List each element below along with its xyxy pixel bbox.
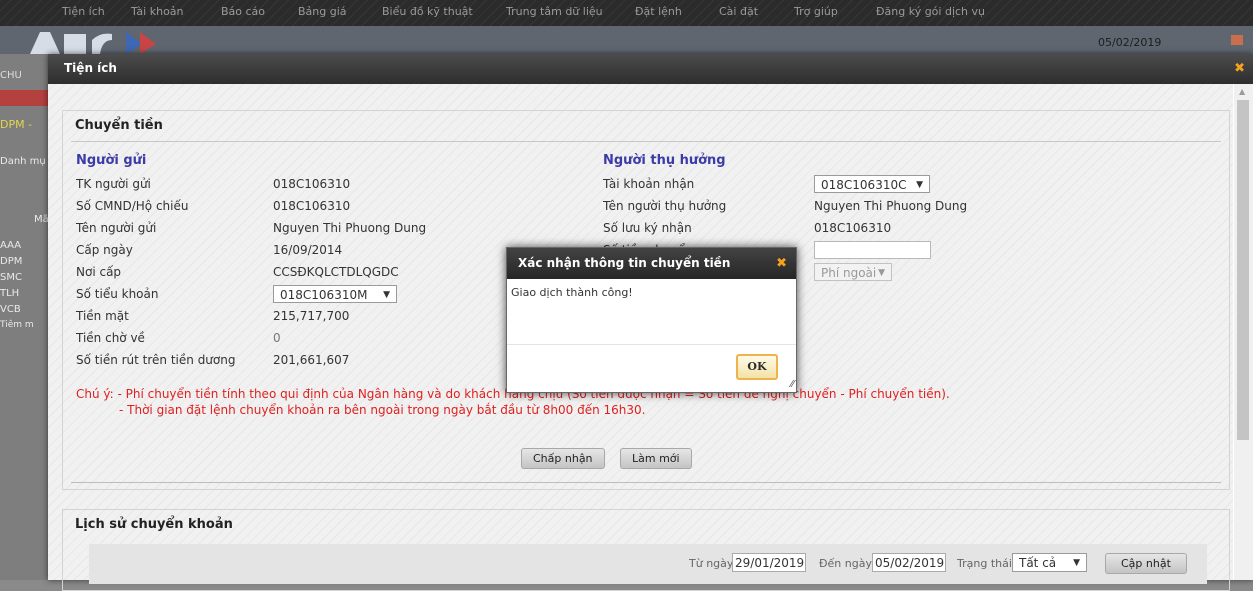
from-date-input[interactable]: 29/01/2019: [732, 553, 806, 572]
withdrawable-label: Số tiền rút trên tiền dương: [76, 353, 236, 367]
left-label: AAA: [0, 240, 22, 251]
chevron-down-icon: ▼: [383, 290, 390, 300]
beneficiary-name-value: Nguyen Thi Phuong Dung: [814, 199, 968, 213]
background-close-icon[interactable]: [1231, 35, 1243, 45]
divider: [507, 344, 796, 345]
nav-item-cai-dat[interactable]: Cài đặt: [719, 5, 758, 18]
left-label: DPM: [0, 256, 23, 267]
cash-label: Tiền mặt: [76, 309, 129, 323]
sub-account-select[interactable]: 018C106310M ▼: [273, 285, 397, 303]
sender-id-value: 018C106310: [273, 199, 351, 213]
fee-type-select[interactable]: Phí ngoài ▼: [814, 263, 892, 281]
status-select[interactable]: Tất cả ▼: [1012, 553, 1087, 572]
withdrawable-value: 201,661,607: [273, 353, 350, 367]
transfer-amount-input[interactable]: [814, 241, 931, 259]
sender-account-value: 018C106310: [273, 177, 351, 191]
issue-date-value: 16/09/2014: [273, 243, 343, 257]
nav-item-bieu-do-ky-thuat[interactable]: Biểu đồ kỹ thuật: [382, 5, 473, 18]
close-icon[interactable]: ✖: [776, 256, 787, 271]
beneficiary-name-label: Tên người thụ hưởng: [603, 199, 727, 213]
transfer-panel-title: Chuyển tiền: [75, 118, 163, 133]
brand-logo: [30, 26, 210, 54]
accept-button[interactable]: Chấp nhận: [521, 448, 605, 469]
issue-place-label: Nơi cấp: [76, 265, 122, 279]
pending-cash-label: Tiền chờ về: [76, 331, 145, 345]
left-label: Danh mụ: [0, 156, 46, 167]
sender-name-value: Nguyen Thi Phuong Dung: [273, 221, 427, 235]
left-label: CHU: [0, 70, 22, 81]
divider: [71, 141, 1221, 142]
sender-name-label: Tên người gửi: [76, 221, 157, 235]
to-date-input[interactable]: 05/02/2019: [872, 553, 946, 572]
sender-heading: Người gửi: [76, 153, 147, 168]
fee-type-value: Phí ngoài: [821, 266, 877, 280]
divider: [71, 482, 1221, 483]
nav-item-tro-giup[interactable]: Trợ giúp: [794, 5, 838, 18]
pending-cash-value: 0: [273, 331, 281, 345]
left-label: Mã: [34, 214, 49, 225]
status-value: Tất cả: [1019, 556, 1057, 570]
issue-place-value: CCSĐKQLCTDLQGDC: [273, 265, 399, 279]
history-filter-bar: Từ ngày 29/01/2019 Đến ngày 05/02/2019 T…: [89, 544, 1207, 584]
scroll-up-icon[interactable]: ▲: [1239, 87, 1245, 96]
sub-account-label: Số tiểu khoản: [76, 287, 159, 301]
transfer-history-panel: Lịch sử chuyển khoản Từ ngày 29/01/2019 …: [62, 509, 1230, 591]
modal-titlebar[interactable]: Tiện ích ✖: [48, 54, 1253, 84]
left-red-bar: [0, 90, 48, 106]
time-note: - Thời gian đặt lệnh chuyển khoản ra bên…: [119, 403, 646, 417]
modal-title: Tiện ích: [64, 61, 117, 75]
nav-item-bang-gia[interactable]: Bảng giá: [298, 5, 347, 18]
update-button[interactable]: Cập nhật: [1105, 553, 1187, 574]
receive-account-label: Tài khoản nhận: [603, 177, 695, 191]
chevron-down-icon: ▼: [878, 268, 885, 278]
to-date-label: Đến ngày: [819, 557, 872, 570]
chevron-down-icon: ▼: [1073, 558, 1080, 568]
receiver-heading: Người thụ hưởng: [603, 153, 726, 168]
left-label: SMC: [0, 272, 22, 283]
dialog-titlebar[interactable]: Xác nhận thông tin chuyển tiền ✖: [507, 248, 796, 279]
depository-label: Số lưu ký nhận: [603, 221, 692, 235]
sub-account-value: 018C106310M: [280, 288, 368, 302]
nav-item-tien-ich[interactable]: Tiện ích: [62, 5, 105, 18]
sender-account-label: TK người gửi: [76, 177, 151, 191]
left-label: VCB: [0, 304, 21, 315]
sender-id-label: Số CMND/Hộ chiếu: [76, 199, 189, 213]
depository-value: 018C106310: [814, 221, 892, 235]
left-label: Tiêm m: [0, 320, 34, 330]
nav-item-dang-ky-goi-dich-vu[interactable]: Đăng ký gói dịch vụ: [876, 5, 985, 18]
top-navigation-bar: Tiện ích Tài khoản Báo cáo Bảng giá Biểu…: [0, 0, 1253, 26]
issue-date-label: Cấp ngày: [76, 243, 133, 257]
nav-item-trung-tam-du-lieu[interactable]: Trung tâm dữ liệu: [506, 5, 603, 18]
modal-scrollbar[interactable]: ▲: [1234, 84, 1253, 580]
nav-item-tai-khoan[interactable]: Tài khoản: [131, 5, 184, 18]
ok-button[interactable]: OK: [736, 354, 778, 380]
left-label: TLH: [0, 288, 20, 299]
dialog-message: Giao dịch thành công!: [511, 286, 633, 299]
scrollbar-thumb[interactable]: [1237, 100, 1249, 440]
resize-grip-icon[interactable]: ⁄⁄: [791, 379, 794, 390]
cash-value: 215,717,700: [273, 309, 350, 323]
confirmation-dialog: Xác nhận thông tin chuyển tiền ✖ Giao dị…: [506, 247, 797, 393]
history-panel-title: Lịch sử chuyển khoản: [75, 517, 233, 532]
left-label: DPM -: [0, 118, 33, 131]
receive-account-value: 018C106310C: [821, 178, 907, 192]
nav-item-dat-lenh[interactable]: Đặt lệnh: [635, 5, 682, 18]
chevron-down-icon: ▼: [916, 180, 923, 190]
background-left-column: CHU DPM - Danh mụ Mã AAA DPM SMC TLH VCB…: [0, 54, 49, 580]
background-date: 05/02/2019: [1098, 36, 1162, 49]
reset-button[interactable]: Làm mới: [620, 448, 692, 469]
nav-item-bao-cao[interactable]: Báo cáo: [221, 5, 265, 18]
close-icon[interactable]: ✖: [1234, 61, 1245, 76]
dialog-title: Xác nhận thông tin chuyển tiền: [518, 256, 731, 270]
from-date-label: Từ ngày: [689, 557, 734, 570]
receive-account-select[interactable]: 018C106310C ▼: [814, 175, 930, 193]
status-label: Trạng thái: [957, 557, 1012, 570]
